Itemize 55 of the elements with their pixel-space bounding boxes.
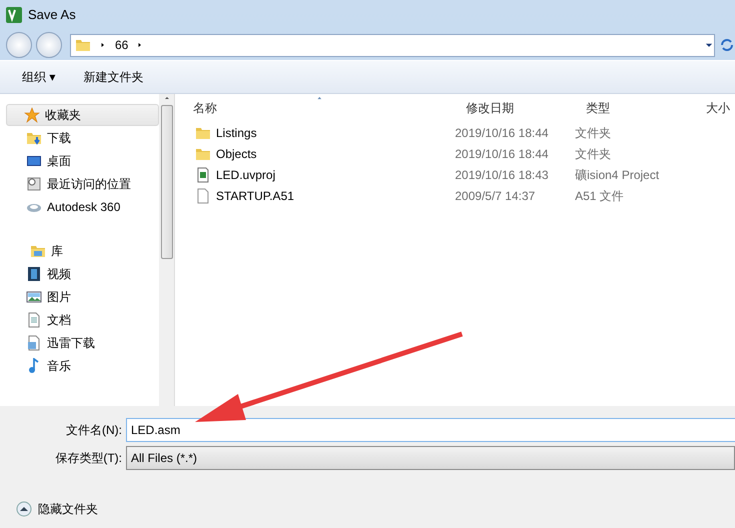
file-type: 礦ision4 Project [574, 166, 660, 184]
file-type: 文件夹 [574, 124, 612, 142]
breadcrumb-segment[interactable]: 66 [115, 36, 128, 54]
filename-label: 文件名(N): [65, 422, 123, 439]
sidebar-item[interactable]: 图片 [0, 285, 159, 308]
column-header[interactable]: 大小 [688, 99, 735, 117]
column-header[interactable]: 类型 [568, 99, 688, 117]
app-logo-icon [6, 7, 22, 23]
sidebar-group[interactable]: 收藏夹 [6, 104, 159, 126]
sidebar-item[interactable]: 视频 [0, 262, 159, 285]
hide-folders-button[interactable]: 隐藏文件夹 [0, 500, 735, 518]
filename-field[interactable]: LED.asm [126, 418, 735, 442]
file-name[interactable]: Listings [175, 124, 448, 142]
modified-date: 2019/10/16 18:44 [454, 146, 550, 162]
image-icon [26, 288, 42, 304]
document-icon [26, 334, 42, 350]
library-folder-icon [30, 243, 46, 259]
sort-arrow-icon [315, 95, 324, 101]
sidebar-item[interactable]: 最近访问的位置 [0, 172, 159, 195]
file-type-label: 保存类型(T): [54, 450, 123, 467]
file-icon [195, 188, 211, 204]
new-folder-button[interactable]: 新建文件夹 [83, 68, 144, 86]
recent-places-icon [26, 176, 42, 192]
column-header[interactable]: 名称 [175, 99, 448, 117]
window-title: Save As [28, 6, 76, 24]
modified-date: 2019/10/16 18:43 [454, 166, 550, 184]
sidebar-item[interactable]: 桌面 [0, 149, 159, 172]
folder-icon [75, 37, 91, 53]
file-name[interactable]: STARTUP.A51 [175, 186, 448, 204]
column-header[interactable]: 修改日期 [448, 99, 568, 117]
file-name[interactable]: LED.uvproj [175, 166, 448, 184]
film-icon [26, 266, 42, 282]
file-type: 文件夹 [574, 146, 612, 162]
sidebar-item[interactable]: 音乐 [0, 354, 159, 377]
forward-button[interactable] [36, 32, 62, 58]
file-name[interactable]: Objects [175, 144, 448, 162]
project-file-icon [195, 166, 211, 182]
scroll-thumb[interactable] [160, 105, 172, 259]
sidebar-item[interactable]: Autodesk 360 [0, 195, 159, 218]
scrollbar[interactable] [159, 94, 174, 406]
modified-date: 2019/10/16 18:44 [454, 124, 550, 142]
sidebar-item[interactable]: 文档 [0, 308, 159, 331]
refresh-icon [719, 37, 735, 53]
file-type-dropdown[interactable]: All Files (*.*) [126, 446, 735, 470]
collapse-icon [16, 501, 32, 517]
organize-menu[interactable]: 组织 ▾ [22, 68, 56, 86]
back-button[interactable] [6, 32, 32, 58]
sidebar-group[interactable]: 库 [6, 240, 159, 262]
star-icon [24, 107, 40, 123]
document-icon [26, 312, 42, 328]
file-type: A51 文件 [574, 188, 625, 204]
address-bar[interactable]: 66 [70, 34, 715, 56]
sidebar-item[interactable]: 迅雷下载 [0, 331, 159, 354]
modified-date: 2009/5/7 14:37 [454, 188, 536, 204]
sidebar-item[interactable]: 下载 [0, 126, 159, 149]
